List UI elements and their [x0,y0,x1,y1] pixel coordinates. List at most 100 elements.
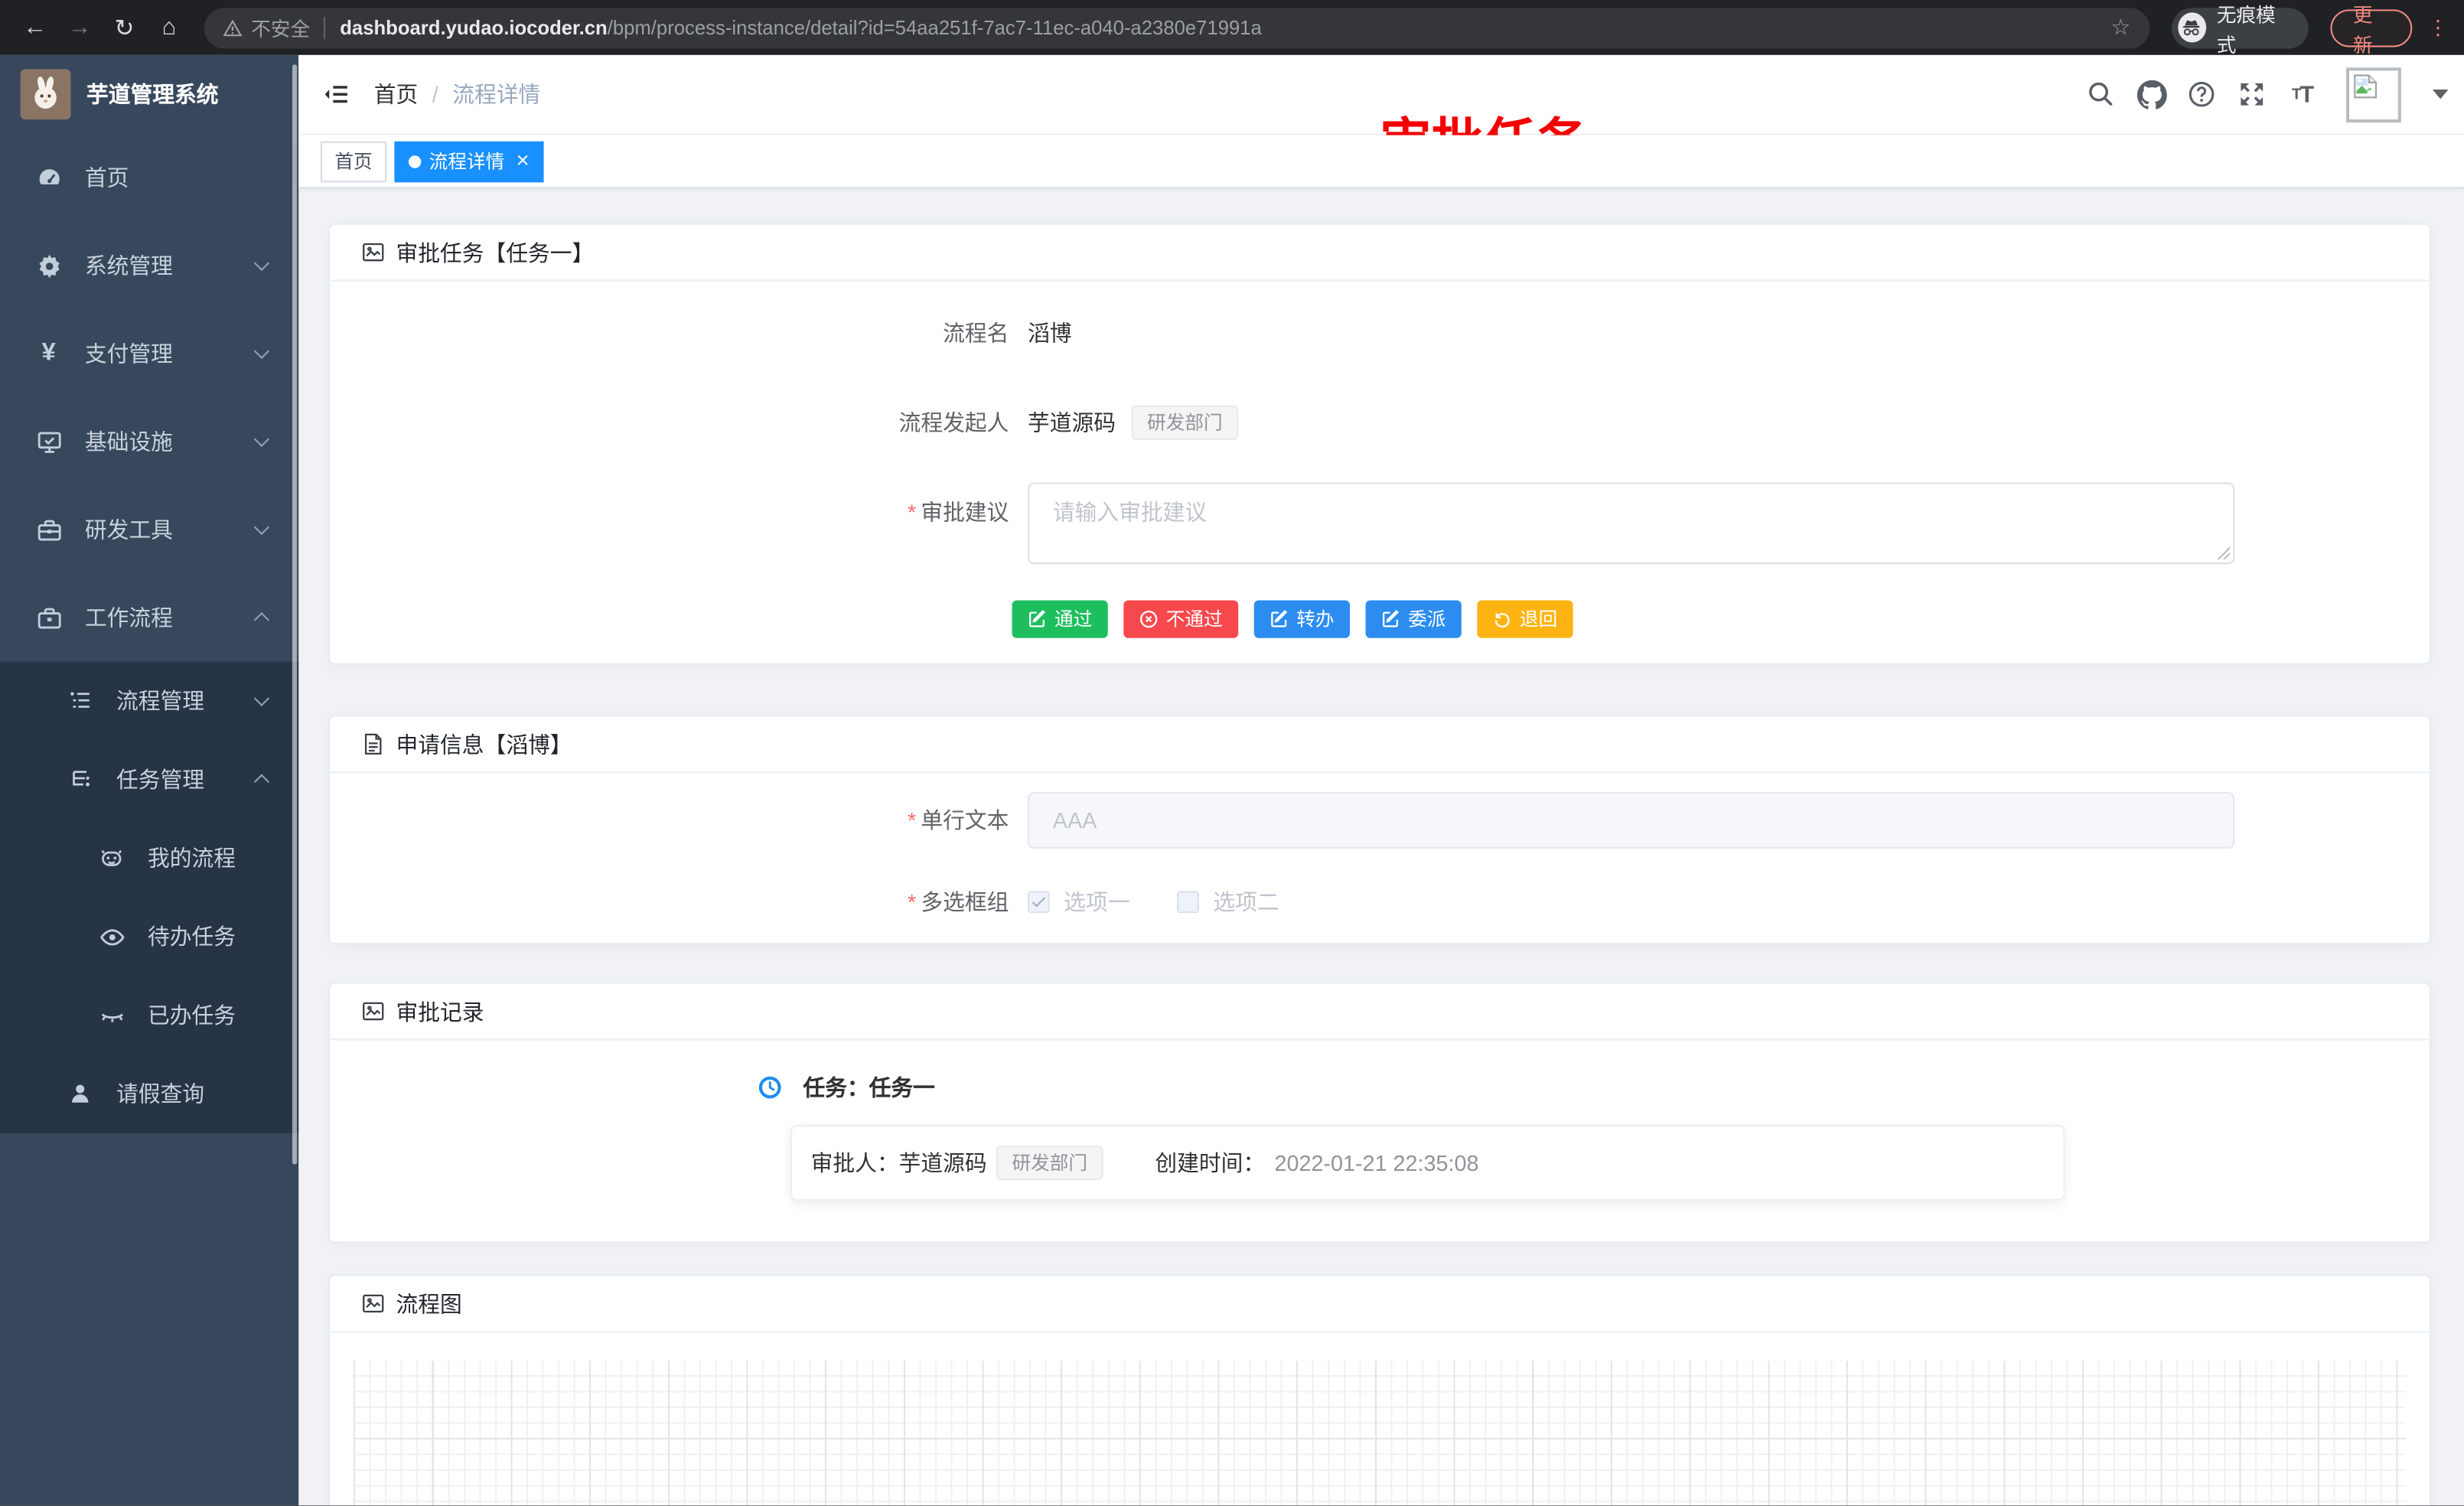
page-header: 首页 / 流程详情 审批任务 TT [298,55,2464,135]
font-size-icon[interactable]: TT [2286,79,2318,110]
refresh-left-icon [1493,610,1512,629]
url-divider [324,17,326,39]
sidebar-item-payment[interactable]: ¥ 支付管理 [0,310,298,398]
sidebar-item-workflow[interactable]: 工作流程 [0,574,298,662]
breadcrumb-home[interactable]: 首页 [374,79,418,110]
create-time-label: 创建时间： [1155,1147,1265,1178]
edit-icon [1269,610,1289,629]
list-icon [63,688,97,713]
sidebar-toggle[interactable] [298,55,374,134]
delegate-button[interactable]: 委派 [1366,600,1462,637]
chevron-down-icon [254,691,269,706]
sidebar-item-home[interactable]: 首页 [0,134,298,222]
incognito-icon [2178,12,2205,42]
sidebar-item-todo-tasks[interactable]: 待办任务 [0,898,298,976]
initiator-row: 流程发起人 芋道源码 研发部门 [361,406,2397,440]
card-title: 流程图 [396,1288,461,1319]
tree-icon [63,767,97,792]
tab-process-detail[interactable]: 流程详情 ✕ [394,141,544,181]
sidebar-item-label: 基础设施 [85,426,173,458]
checkbox-group-row: *多选框组 选项一 选项二 [361,886,2397,918]
chevron-up-icon [254,774,269,789]
screen: ← → ↻ ⌂ 不安全 dashboard.yudao.iocoder.cn/b… [0,0,2464,1505]
sidebar-item-label: 系统管理 [85,250,173,282]
breadcrumb-separator: / [432,82,438,107]
url-path: /bpm/process-instance/detail?id=54aa251f… [608,17,1262,39]
browser-forward-icon[interactable]: → [60,7,99,47]
card-title: 审批任务【任务一】 [396,236,594,268]
sidebar-item-done-tasks[interactable]: 已办任务 [0,976,298,1055]
tab-close-icon[interactable]: ✕ [516,151,530,171]
browser-home-icon[interactable]: ⌂ [150,7,188,47]
sidebar-item-task-mgmt[interactable]: 任务管理 [0,740,298,819]
sidebar-item-process-mgmt[interactable]: 流程管理 [0,662,298,741]
sidebar-item-infra[interactable]: 基础设施 [0,398,298,486]
avatar-dropdown-caret-icon[interactable] [2433,90,2449,99]
chevron-down-icon [254,344,269,359]
sidebar-item-my-process[interactable]: 我的流程 [0,819,298,898]
checkbox-option-1: 选项一 [1028,886,1129,918]
briefcase-icon [31,605,66,631]
transfer-button[interactable]: 转办 [1254,600,1350,637]
initiator-value: 芋道源码 [1028,407,1116,438]
avatar[interactable] [2346,67,2401,122]
sidebar: 芋道管理系统 首页 系统管理 ¥ 支付管理 [0,55,298,1505]
return-button[interactable]: 退回 [1477,600,1573,637]
tab-label: 首页 [334,148,372,174]
yen-icon: ¥ [31,340,66,368]
search-icon[interactable] [2085,79,2117,110]
required-asterisk: * [908,889,916,914]
tab-home[interactable]: 首页 [321,141,386,181]
header-actions: TT [2085,67,2464,122]
browser-menu-dots-icon[interactable]: ⋮ [2427,15,2448,41]
app-logo-row[interactable]: 芋道管理系统 [0,55,298,134]
help-icon[interactable] [2186,79,2218,110]
approval-task-card: 审批任务【任务一】 流程名 滔博 流程发起人 芋道源码 研发部门 [328,223,2431,665]
security-label[interactable]: 不安全 [251,12,310,42]
bookmark-star-icon[interactable]: ☆ [2110,14,2130,41]
browser-back-icon[interactable]: ← [16,7,54,47]
broken-image-icon [2352,73,2378,98]
sidebar-item-leave-query[interactable]: 请假查询 [0,1055,298,1133]
sidebar-item-label: 支付管理 [85,338,173,370]
sidebar-item-label: 流程管理 [116,685,204,716]
approve-button[interactable]: 通过 [1012,600,1107,637]
task-title: 任务：任务一 [803,1072,935,1103]
approver-label: 审批人： [811,1147,899,1178]
suggestion-label: *审批建议 [361,482,1028,528]
textarea-resize-handle[interactable] [2216,546,2230,559]
monitor-icon [31,429,66,455]
app-logo [21,69,71,119]
single-text-row: *单行文本 [361,792,2397,849]
suggestion-row: *审批建议 [361,482,2397,564]
sidebar-item-label: 任务管理 [116,764,204,795]
app-title: 芋道管理系统 [86,79,218,110]
suggestion-textarea[interactable] [1028,482,2234,564]
approval-record-card: 审批记录 任务：任务一 审批人： 芋道源码 研发部门 创建时间： 2022-01 [328,982,2431,1243]
picture-icon [361,240,385,264]
fullscreen-icon[interactable] [2236,79,2267,110]
card-title: 申请信息【滔博】 [396,729,572,760]
browser-reload-icon[interactable]: ↻ [105,7,143,47]
sidebar-item-label: 已办任务 [148,999,236,1031]
sidebar-item-label: 工作流程 [85,602,173,634]
browser-update-button[interactable]: 更新 [2331,8,2412,46]
dashboard-icon [31,165,66,191]
approver-value: 芋道源码 [899,1147,987,1178]
sidebar-item-devtools[interactable]: 研发工具 [0,486,298,574]
chevron-down-icon [254,256,269,271]
sidebar-item-label: 我的流程 [148,843,236,874]
warning-icon [223,18,242,37]
sidebar-scrollbar[interactable] [292,64,297,1164]
incognito-badge: 无痕模式 [2172,7,2309,47]
reject-button[interactable]: 不通过 [1123,600,1238,637]
application-card-header: 申请信息【滔博】 [330,716,2430,773]
github-icon[interactable] [2136,79,2167,110]
required-asterisk: * [908,500,916,525]
picture-icon [361,999,385,1023]
single-text-label: *单行文本 [361,804,1028,836]
picture-icon [361,1292,385,1315]
url-bar[interactable]: 不安全 dashboard.yudao.iocoder.cn/bpm/proce… [204,7,2149,47]
sidebar-item-system[interactable]: 系统管理 [0,222,298,310]
bpmn-canvas[interactable] [354,1361,2406,1505]
